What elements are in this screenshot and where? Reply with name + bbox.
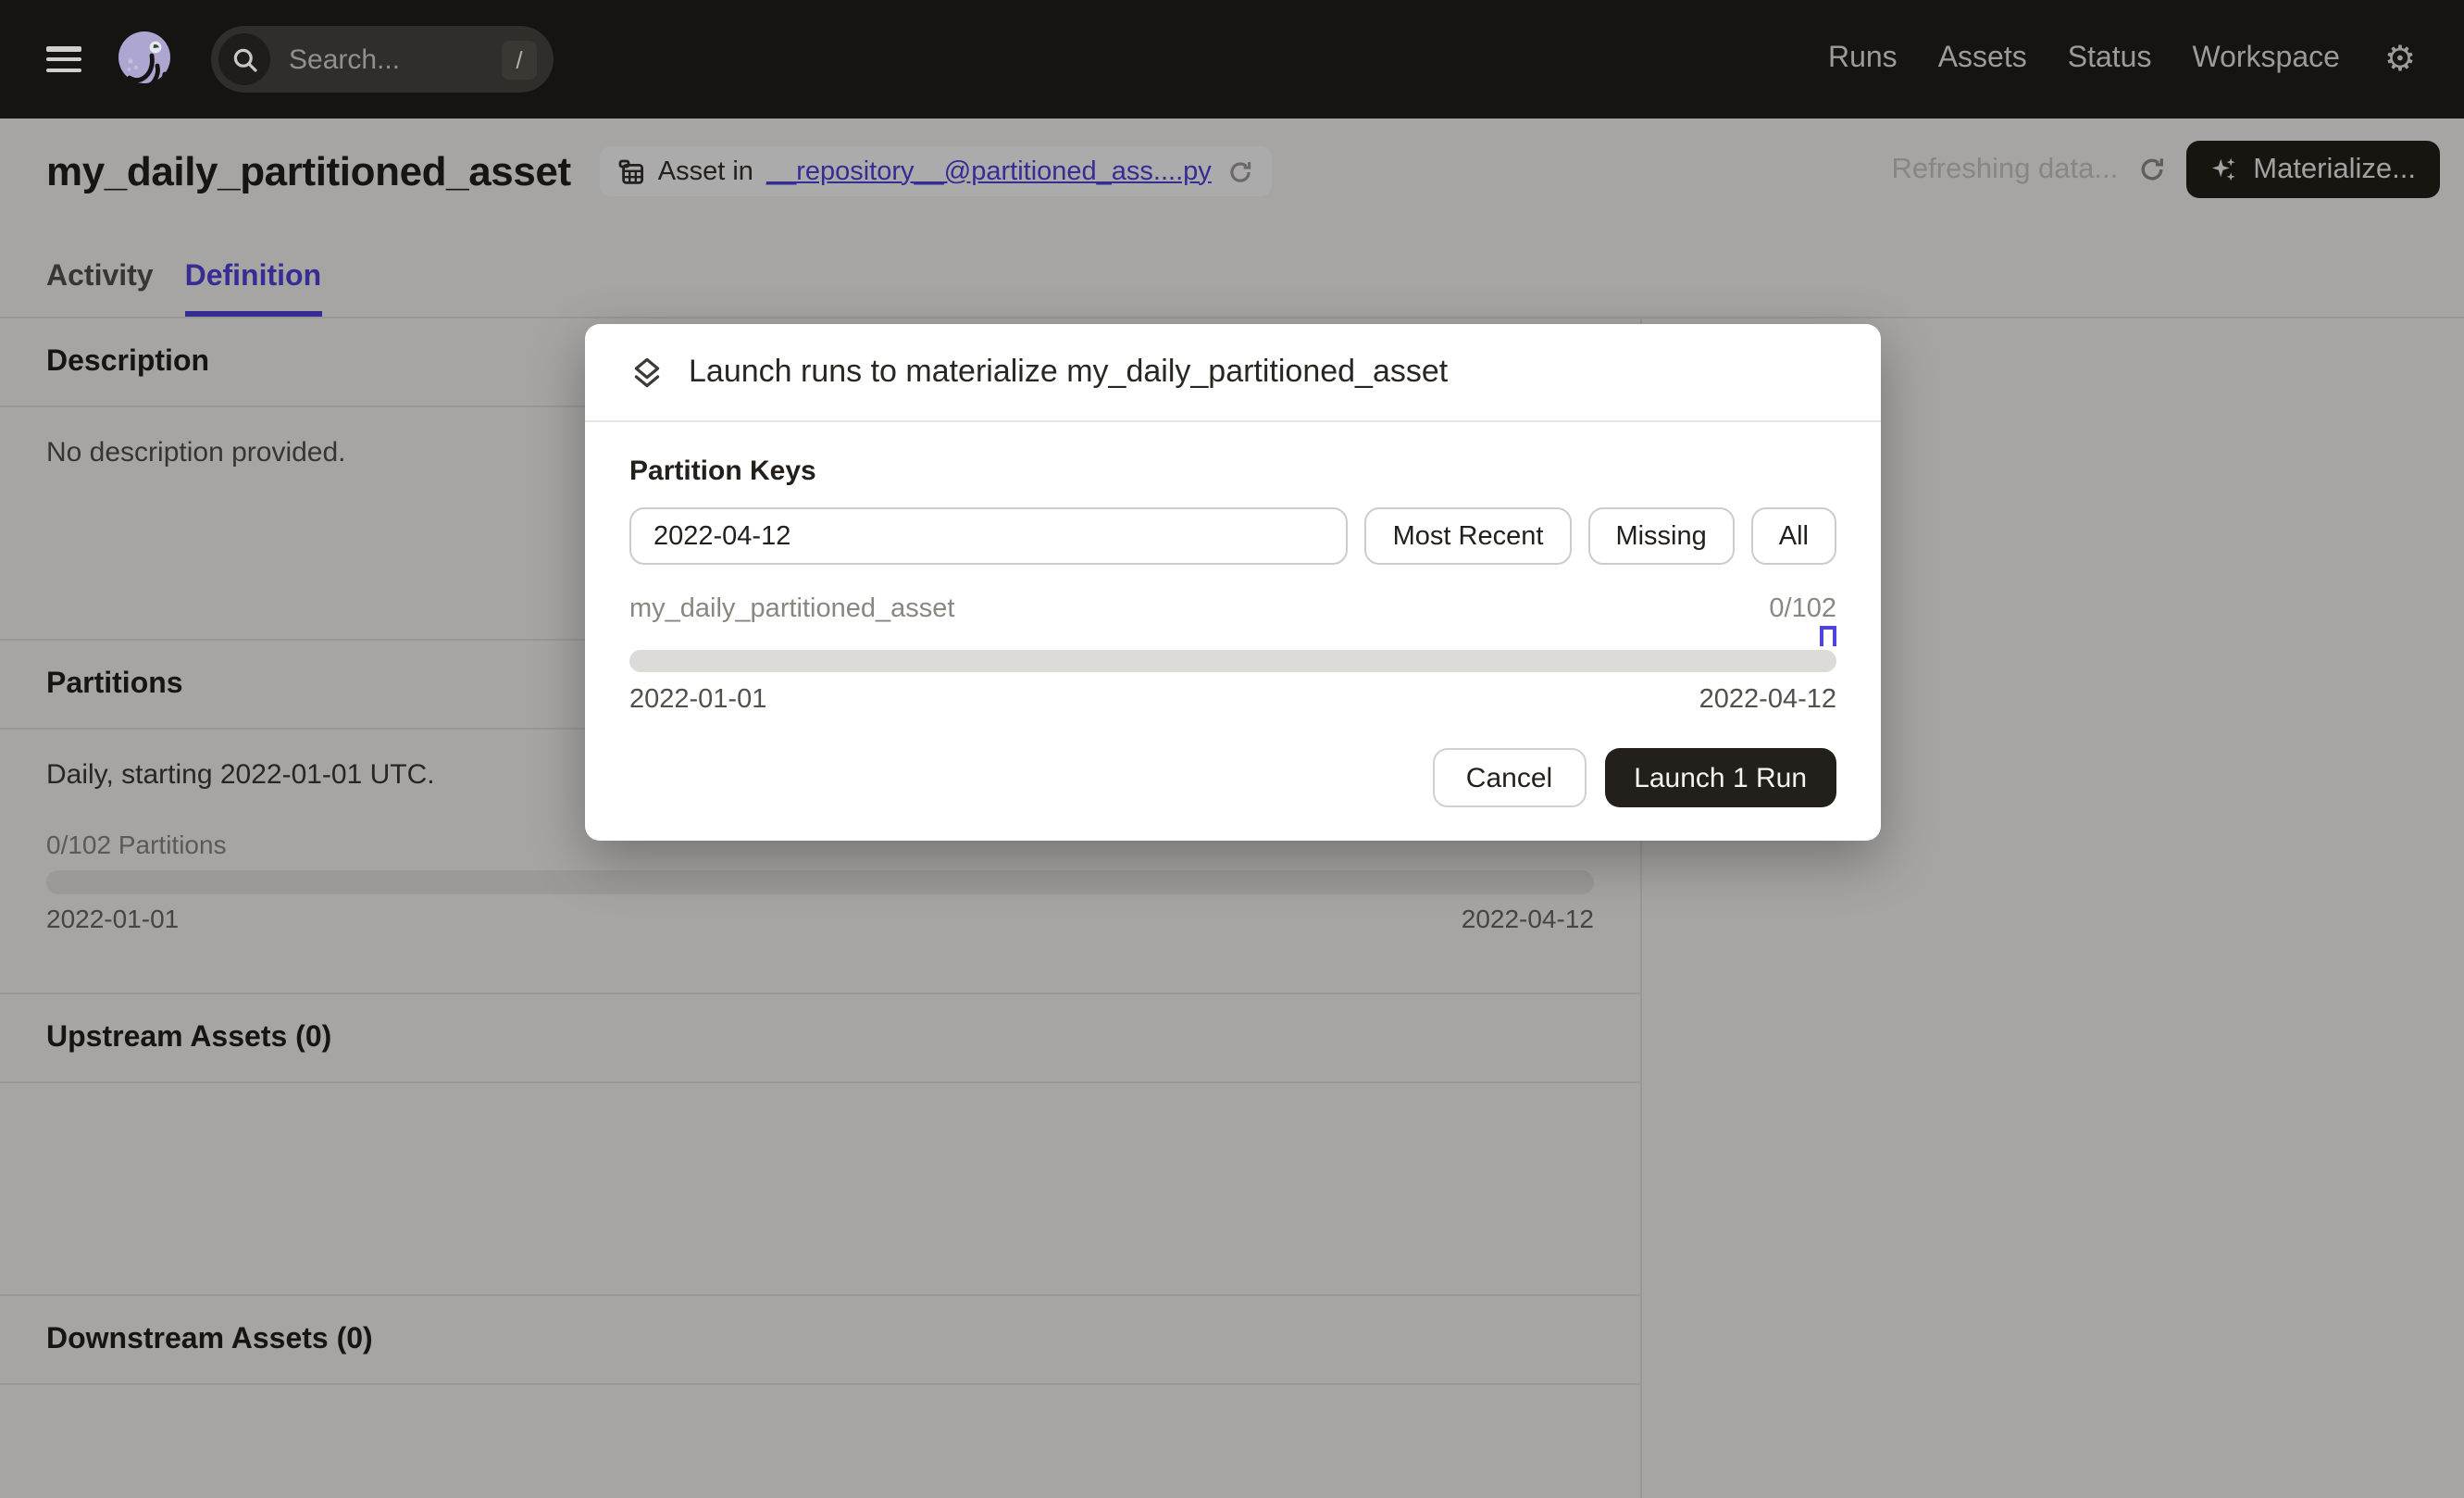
search-shortcut-badge: / (502, 40, 537, 79)
nav-item-workspace[interactable]: Workspace (2192, 43, 2339, 76)
nav-item-runs[interactable]: Runs (1828, 43, 1898, 76)
nav-links: Runs Assets Status Workspace (1828, 43, 2340, 76)
partition-key-input[interactable] (629, 507, 1349, 565)
missing-button[interactable]: Missing (1587, 507, 1734, 565)
top-navbar: / Runs Assets Status Workspace ⚙ (0, 0, 2464, 119)
app-root: / Runs Assets Status Workspace ⚙ my_dail… (0, 0, 2464, 1498)
settings-gear-icon[interactable]: ⚙ (2384, 42, 2416, 77)
hamburger-menu-icon[interactable] (46, 46, 81, 72)
dialog-body: Partition Keys Most Recent Missing All m… (585, 422, 1881, 841)
dialog-start-date: 2022-01-01 (629, 685, 766, 715)
selected-partition-marker (1820, 626, 1836, 646)
dialog-partition-bar[interactable] (629, 650, 1836, 672)
global-search: / (211, 26, 554, 93)
dialog-header: Launch runs to materialize my_daily_part… (585, 324, 1881, 422)
dialog-asset-name: my_daily_partitioned_asset (629, 594, 954, 624)
cancel-button[interactable]: Cancel (1433, 748, 1586, 807)
asset-layers-icon (629, 355, 665, 390)
dialog-end-date: 2022-04-12 (1699, 685, 1836, 715)
dialog-progress-count: 0/102 (1769, 594, 1836, 624)
partition-keys-label: Partition Keys (629, 456, 1836, 487)
launch-partitions-dialog: Launch runs to materialize my_daily_part… (585, 324, 1881, 841)
nav-item-assets[interactable]: Assets (1938, 43, 2027, 76)
search-icon (218, 33, 270, 85)
all-button[interactable]: All (1751, 507, 1836, 565)
dagster-logo[interactable] (113, 28, 176, 91)
dialog-title: Launch runs to materialize my_daily_part… (689, 354, 1448, 391)
most-recent-button[interactable]: Most Recent (1365, 507, 1572, 565)
search-input[interactable] (285, 42, 502, 77)
launch-run-button[interactable]: Launch 1 Run (1604, 748, 1836, 807)
nav-item-status[interactable]: Status (2068, 43, 2152, 76)
selection-marker-row (629, 624, 1836, 650)
